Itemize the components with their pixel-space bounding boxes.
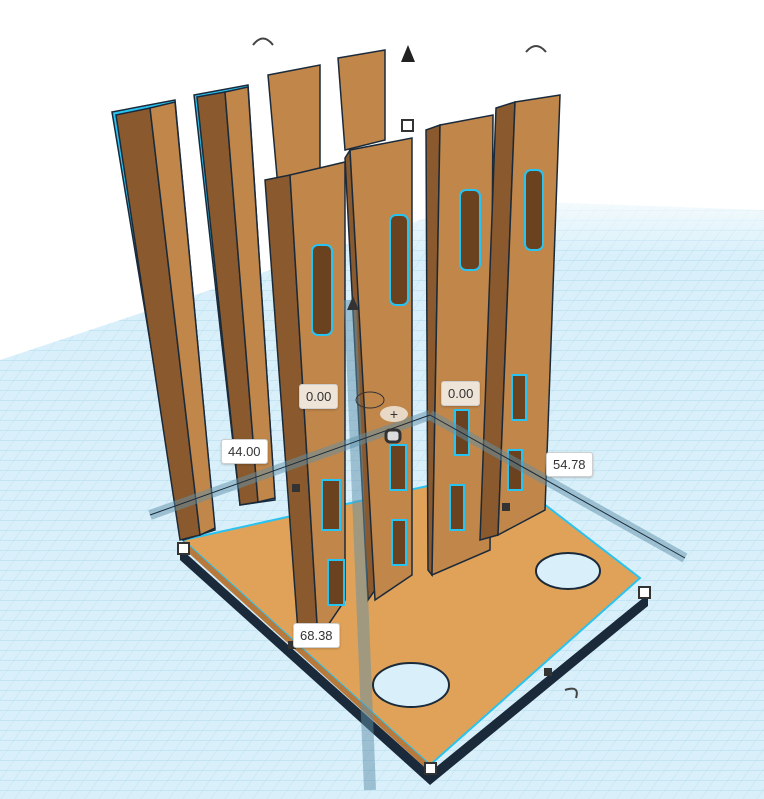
height-dimension-label[interactable]: 68.38	[293, 623, 340, 648]
top-handle	[401, 119, 414, 132]
corner-handle	[638, 586, 651, 599]
elevation-right-label[interactable]: 0.00	[441, 381, 481, 406]
elevation-left-label[interactable]: 0.00	[299, 384, 339, 409]
3d-viewport[interactable]: +	[0, 0, 764, 799]
edge-handle	[544, 668, 552, 676]
corner-handle	[177, 542, 190, 555]
depth-dimension-label[interactable]: 54.78	[546, 452, 593, 477]
corner-handle	[424, 762, 437, 775]
width-dimension-label[interactable]: 44.00	[221, 439, 268, 464]
slot-hole	[372, 662, 450, 708]
edge-handle	[502, 503, 510, 511]
lift-cone-icon[interactable]	[401, 45, 415, 62]
slot-hole	[535, 552, 601, 590]
svg-text:+: +	[390, 406, 398, 422]
edge-handle	[292, 484, 300, 492]
